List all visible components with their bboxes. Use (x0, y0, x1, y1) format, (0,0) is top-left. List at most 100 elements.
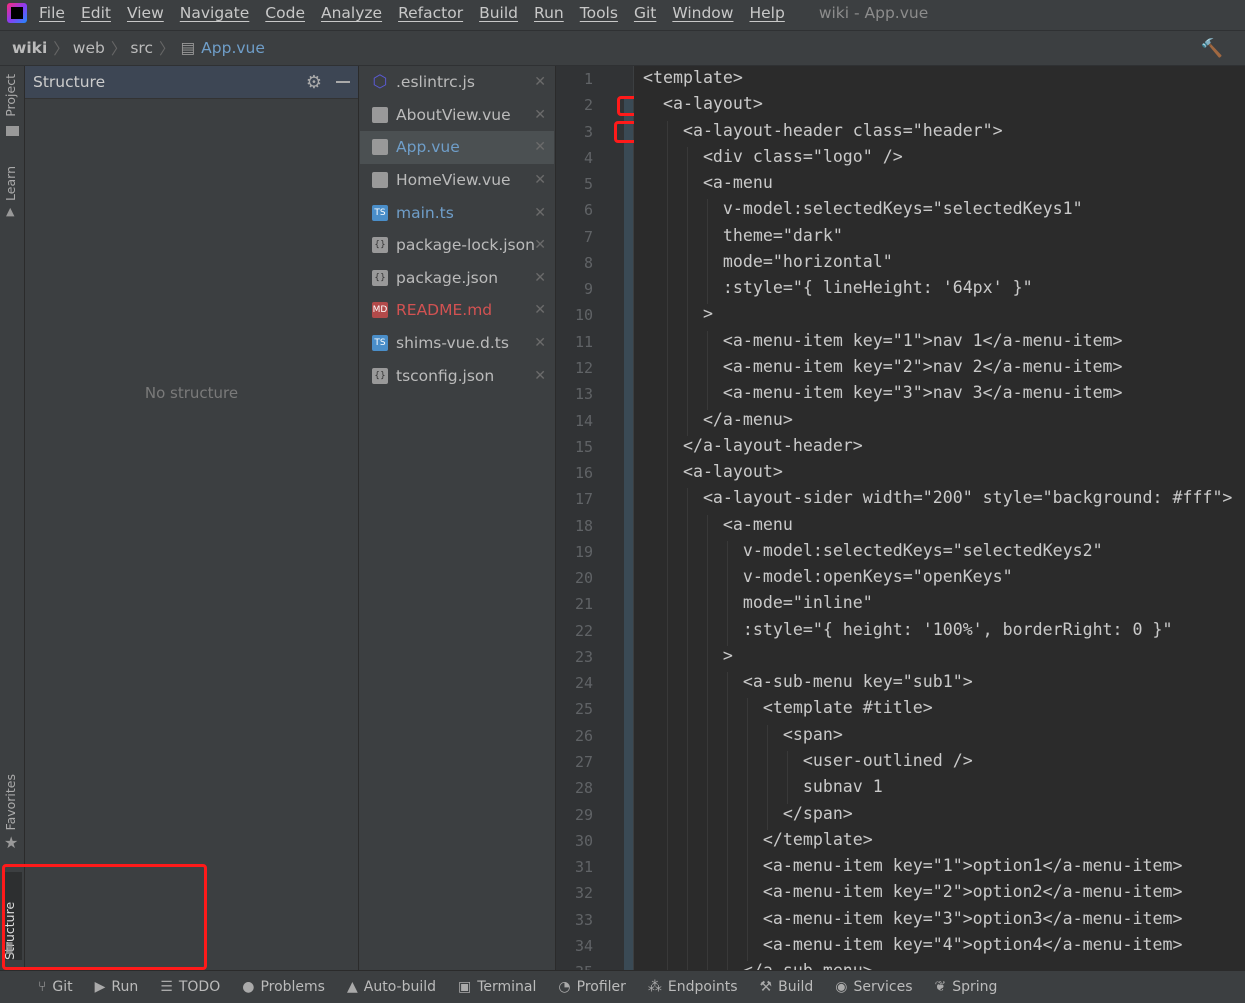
tool-label: Profiler (576, 979, 626, 995)
menu-run[interactable]: Run (534, 4, 564, 22)
tool-problems[interactable]: ● Problems (242, 979, 325, 995)
minimize-icon[interactable] (336, 81, 350, 83)
code-line: </a-sub-menu> (643, 961, 873, 970)
file-name: App.vue (396, 138, 460, 157)
tool-endpoints[interactable]: ⁂ Endpoints (648, 979, 738, 995)
typescript-icon: TS (372, 335, 388, 352)
gear-icon[interactable]: ⚙ (306, 72, 322, 93)
close-icon[interactable]: ✕ (534, 74, 546, 90)
close-icon[interactable]: ✕ (534, 107, 546, 123)
indent-guide (687, 356, 688, 384)
close-icon[interactable]: ✕ (534, 302, 546, 318)
indent-guide (707, 356, 708, 384)
close-icon[interactable]: ✕ (534, 205, 546, 221)
menu-help[interactable]: Help (749, 4, 784, 22)
indent-guide (687, 409, 688, 436)
breadcrumb-wiki[interactable]: wiki (12, 39, 47, 57)
tool-build[interactable]: ⚒ Build (760, 979, 814, 995)
folder-icon (6, 126, 19, 136)
tool-run[interactable]: ▶ Run (95, 979, 139, 995)
file-name: package.json (396, 268, 499, 287)
indent-guide (667, 146, 668, 174)
indent-guide (707, 199, 708, 226)
file-tab[interactable]: {} tsconfig.json ✕ (360, 359, 554, 392)
tool-label: Endpoints (667, 979, 738, 995)
learn-tab[interactable]: Learn (3, 166, 18, 201)
indent-guide (667, 829, 668, 857)
build-hammer-icon[interactable]: 🔨 (1201, 38, 1223, 59)
indent-guide (707, 278, 708, 305)
menu-build[interactable]: Build (479, 4, 518, 22)
close-icon[interactable]: ✕ (534, 139, 546, 155)
tool-services[interactable]: ◉ Services (835, 979, 912, 995)
project-tab[interactable]: Project (3, 74, 18, 117)
tool-auto-build[interactable]: ▲ Auto-build (347, 979, 436, 995)
file-tab[interactable]: {} package.json ✕ (360, 262, 554, 295)
menu-edit[interactable]: Edit (81, 4, 111, 22)
file-tab[interactable]: HomeView.vue ✕ (360, 164, 554, 197)
indent-guide (687, 803, 688, 830)
indent-guide (707, 225, 708, 252)
services-icon: ◉ (835, 979, 848, 995)
file-tab[interactable]: TS main.ts ✕ (360, 196, 554, 229)
breadcrumb-web[interactable]: web (73, 39, 105, 57)
indent-guide (767, 724, 768, 752)
menu-git[interactable]: Git (634, 4, 656, 22)
close-icon[interactable]: ✕ (534, 270, 546, 286)
indent-guide (707, 751, 708, 778)
file-tab[interactable]: ⬡ .eslintrc.js ✕ (360, 66, 554, 99)
line-number: 28 (574, 779, 593, 798)
annotation-box (2, 864, 207, 970)
indent-guide (707, 777, 708, 804)
menu-window[interactable]: Window (672, 4, 733, 22)
menu-view[interactable]: View (127, 4, 164, 22)
indent-guide (747, 777, 748, 804)
file-tab[interactable]: App.vue ✕ (360, 131, 554, 164)
menu-refactor[interactable]: Refactor (398, 4, 463, 22)
indent-guide (687, 777, 688, 804)
file-name: package-lock.json (396, 236, 535, 255)
tool-terminal[interactable]: ▣ Terminal (458, 979, 536, 995)
indent-guide (747, 934, 748, 962)
indent-guide (787, 777, 788, 804)
indent-guide (687, 645, 688, 673)
breadcrumb-src[interactable]: src (130, 39, 153, 57)
indent-guide (707, 934, 708, 962)
menu-file[interactable]: File (39, 4, 65, 22)
close-icon[interactable]: ✕ (534, 335, 546, 351)
line-number: 18 (574, 516, 593, 535)
indent-guide (787, 751, 788, 778)
indent-guide (747, 803, 748, 830)
indent-guide (747, 829, 748, 857)
tool-git[interactable]: ⑂ Git (38, 979, 73, 995)
menu-navigate[interactable]: Navigate (180, 4, 250, 22)
line-number: 4 (583, 148, 593, 167)
favorites-tab[interactable]: Favorites (3, 774, 18, 830)
indent-guide (687, 278, 688, 305)
indent-guide (767, 803, 768, 830)
tool-todo[interactable]: ☰ TODO (160, 979, 220, 995)
line-number-gutter: 1 2 3 4 5 6 7 8 9 10 11 12 13 14 15 16 17 18 19 20 21 22 23 24 2… (555, 66, 633, 981)
close-icon[interactable]: ✕ (534, 172, 546, 188)
line-number: 2 (583, 96, 593, 115)
indent-guide (687, 961, 688, 970)
code-line: <a-layout-header class="header"> (643, 120, 1003, 140)
tool-spring[interactable]: ❦ Spring (935, 979, 998, 995)
file-name: HomeView.vue (396, 171, 511, 190)
indent-guide (747, 698, 748, 725)
code-editor[interactable]: <template> <a-layout> <a-layout-header c… (634, 66, 1245, 970)
menu-tools[interactable]: Tools (580, 4, 618, 22)
menu-code[interactable]: Code (265, 4, 305, 22)
line-number: 12 (574, 358, 593, 377)
file-tab[interactable]: AboutView.vue ✕ (360, 99, 554, 132)
close-icon[interactable]: ✕ (534, 368, 546, 384)
line-number: 14 (574, 411, 593, 430)
close-icon[interactable]: ✕ (534, 237, 546, 253)
file-tab[interactable]: MD README.md ✕ (360, 294, 554, 327)
tool-profiler[interactable]: ◔ Profiler (558, 979, 626, 995)
menu-analyze[interactable]: Analyze (321, 4, 382, 22)
file-tab[interactable]: {} package-lock.json ✕ (360, 229, 554, 262)
code-line: <a-menu-item key="2">option2</a-menu-ite… (643, 882, 1183, 902)
breadcrumb-app-vue[interactable]: App.vue (201, 39, 265, 57)
file-tab[interactable]: TS shims-vue.d.ts ✕ (360, 327, 554, 360)
